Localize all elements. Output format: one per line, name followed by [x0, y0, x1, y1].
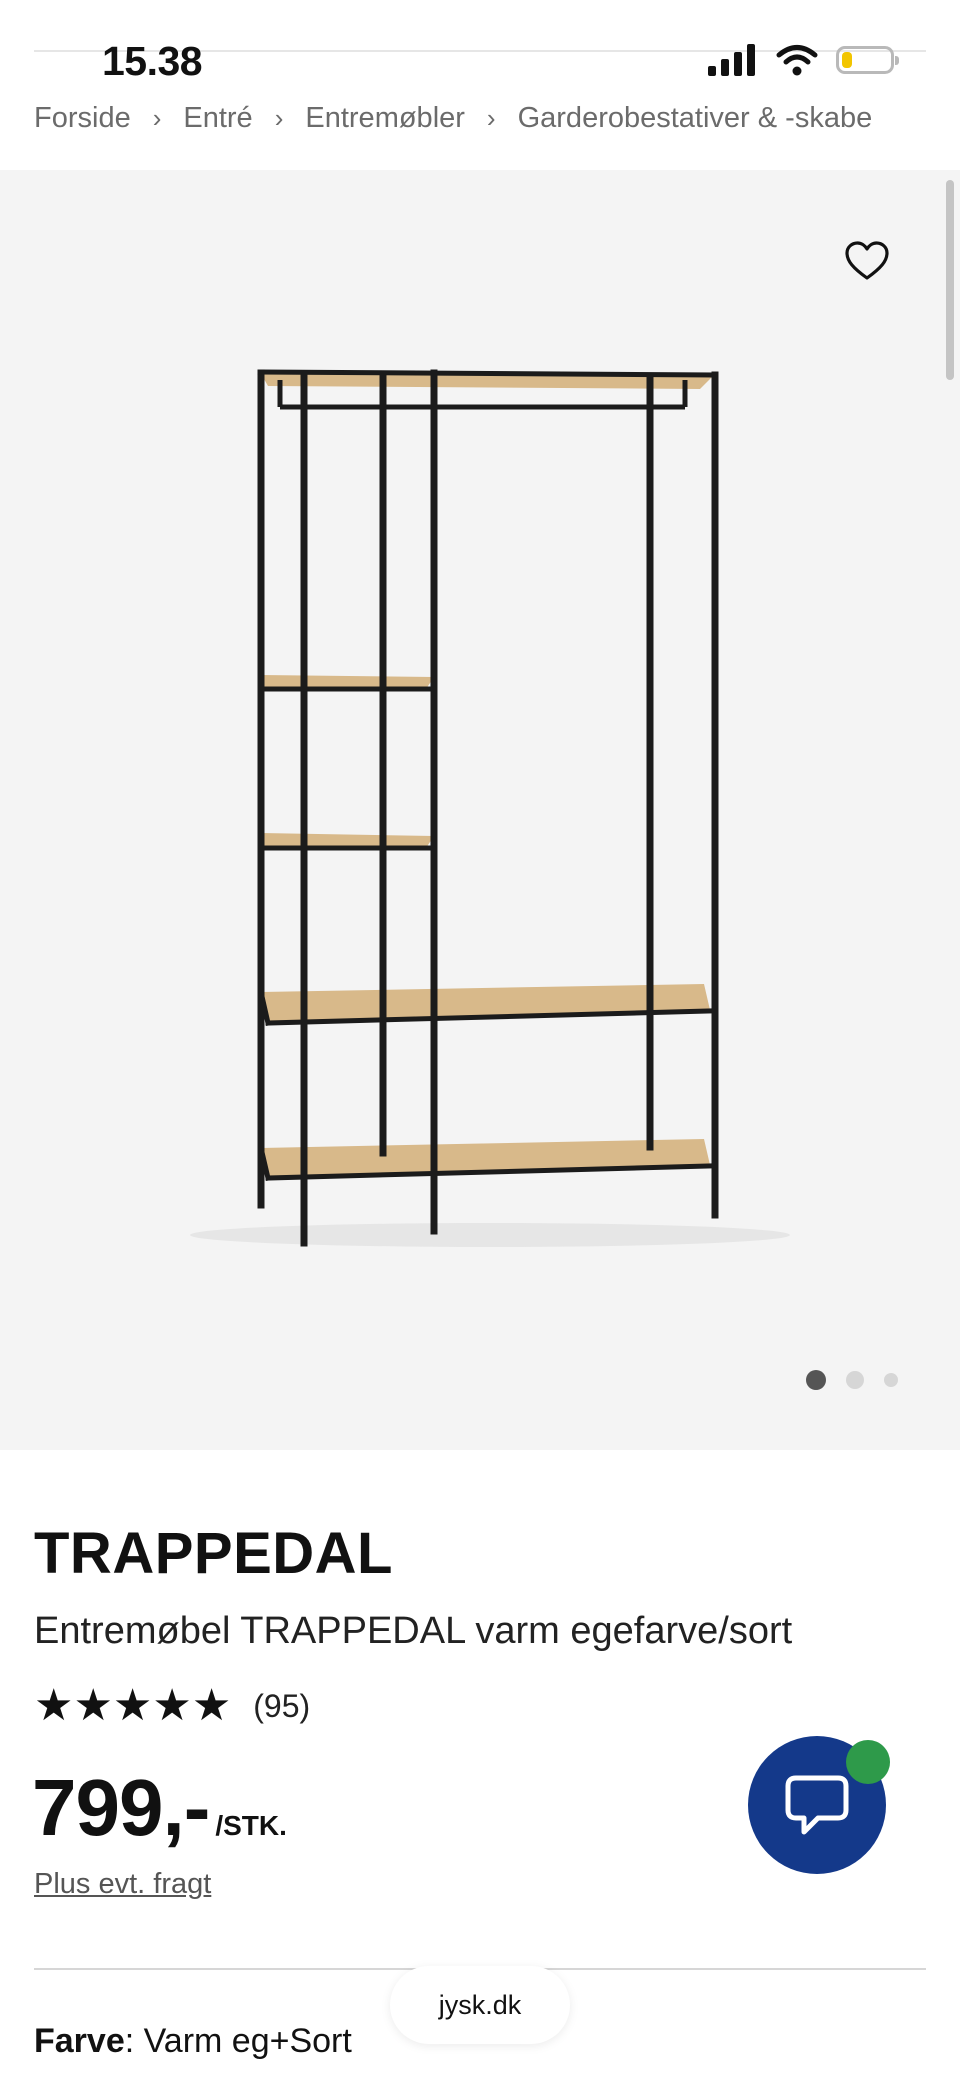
breadcrumb-item-entre[interactable]: Entré	[183, 102, 252, 135]
star-icon: ★	[191, 1681, 232, 1730]
color-label: Farve	[34, 2022, 125, 2060]
breadcrumb-item-entremobler[interactable]: Entremøbler	[305, 102, 465, 135]
online-status-badge	[846, 1740, 890, 1784]
breadcrumb-item-home[interactable]: Forside	[34, 102, 131, 135]
chevron-right-icon: ›	[152, 102, 162, 133]
wifi-icon	[776, 45, 818, 76]
browser-url-pill[interactable]: jysk.dk	[390, 1966, 570, 2044]
color-option[interactable]: Farve: Varm eg+Sort	[34, 2022, 352, 2061]
shipping-link[interactable]: Plus evt. fragt	[34, 1868, 211, 1901]
breadcrumb: Forside › Entré › Entremøbler › Garderob…	[34, 96, 926, 140]
breadcrumb-item-garderobe[interactable]: Garderobestativer & -skabe	[518, 102, 873, 135]
star-icon: ★	[112, 1681, 153, 1730]
page-scrollbar[interactable]	[946, 180, 954, 380]
gallery-pagination	[806, 1370, 898, 1390]
star-icon: ★	[73, 1681, 113, 1730]
price-unit: /STK.	[215, 1810, 287, 1841]
status-icons	[708, 44, 899, 76]
color-value: Varm eg+Sort	[143, 2022, 352, 2060]
product-name: Entremøbel TRAPPEDAL varm egefarve/sort	[34, 1610, 793, 1652]
rating[interactable]: ★ ★ ★ ★ ★ (95)	[34, 1684, 310, 1728]
cellular-signal-icon	[708, 44, 755, 76]
product-brand: TRAPPEDAL	[34, 1521, 393, 1586]
chevron-right-icon: ›	[274, 102, 284, 133]
pagination-dot[interactable]	[884, 1373, 898, 1387]
star-icon: ★	[34, 1681, 74, 1730]
price-value: 799,-	[32, 1763, 210, 1852]
status-time: 15.38	[102, 38, 203, 84]
review-count: (95)	[253, 1687, 311, 1724]
heart-icon	[845, 241, 889, 280]
battery-icon	[836, 46, 899, 74]
star-icon: ★	[152, 1681, 192, 1730]
price: 799,- /STK.	[32, 1762, 287, 1854]
chevron-right-icon: ›	[486, 102, 496, 133]
pagination-dot-active[interactable]	[806, 1370, 826, 1390]
favorite-button[interactable]	[840, 234, 894, 288]
chat-bubble-icon	[785, 1775, 849, 1835]
product-image[interactable]	[140, 355, 820, 1265]
pagination-dot[interactable]	[846, 1371, 864, 1389]
